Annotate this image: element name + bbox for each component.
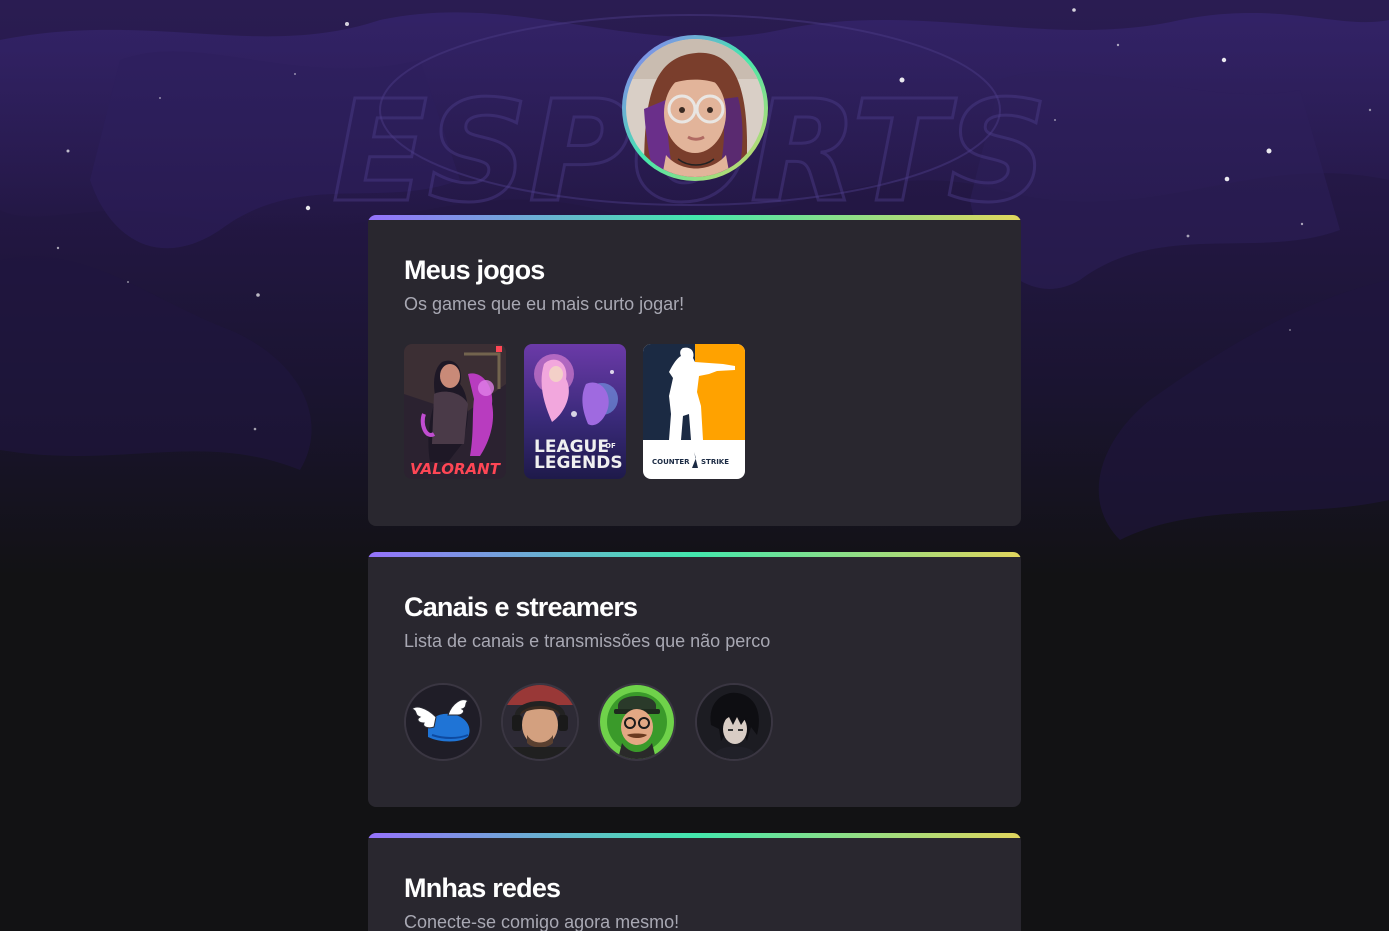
games-title: Meus jogos	[404, 255, 545, 285]
game-valorant[interactable]: VALORANT	[404, 344, 506, 479]
streamer-avatar-1[interactable]	[404, 683, 482, 761]
winged-shell-icon	[406, 685, 480, 759]
cs-logo-left: COUNTER	[652, 458, 690, 466]
avatar-photo	[626, 39, 764, 177]
streamer-avatar-2[interactable]	[501, 683, 579, 761]
cs-logo-right: STRIKE	[701, 458, 729, 466]
page: ESPORTS	[0, 0, 1389, 931]
games-card: Meus jogos Os games que eu mais curto jo…	[368, 215, 1021, 526]
games-subtitle: Os games que eu mais curto jogar!	[404, 294, 685, 314]
lol-logo-line2: LEGENDS	[534, 453, 623, 473]
lol-logo-of: OF	[605, 442, 616, 450]
cartoon-streamer-avatar	[600, 685, 674, 759]
game-league-of-legends[interactable]: LEAGUE OF LEGENDS	[524, 344, 626, 479]
social-subtitle: Conecte-se comigo agora mesmo!	[404, 912, 680, 931]
game-counter-strike[interactable]: COUNTER STRIKE	[643, 344, 745, 479]
valorant-logo-text: VALORANT	[410, 460, 502, 478]
headset-streamer-avatar	[503, 685, 577, 759]
streamers-subtitle: Lista de canais e transmissões que não p…	[404, 631, 771, 651]
profile-avatar	[622, 35, 768, 181]
social-card: Mnhas redes Conecte-se comigo agora mesm…	[368, 833, 1021, 931]
streamer-avatar-3[interactable]	[598, 683, 676, 761]
streamers-title: Canais e streamers	[404, 592, 638, 622]
streamer-avatar-4[interactable]	[695, 683, 773, 761]
social-title: Mnhas redes	[404, 873, 561, 903]
anime-character-avatar	[697, 685, 771, 759]
streamers-card: Canais e streamers Lista de canais e tra…	[368, 552, 1021, 807]
